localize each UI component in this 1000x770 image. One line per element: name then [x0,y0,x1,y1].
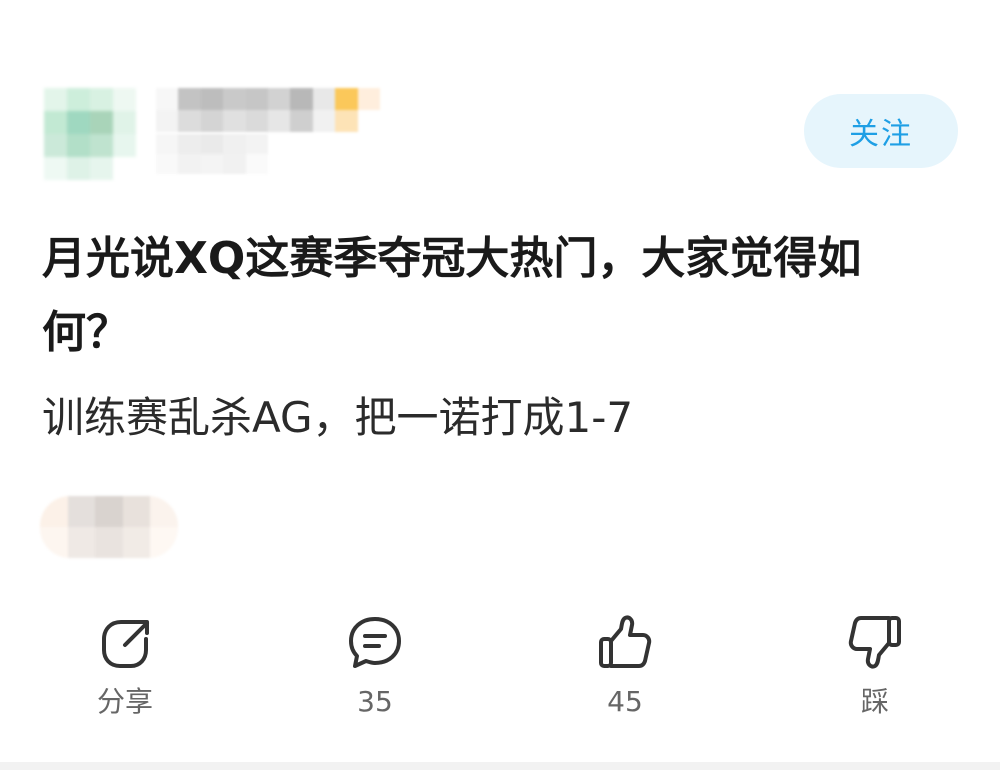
post-title[interactable]: 月光说XQ这赛季夺冠大热门，大家觉得如何？ [42,222,942,370]
divider [0,762,1000,770]
comment-button[interactable]: 35 [300,612,450,728]
share-icon [102,620,149,668]
avatar[interactable] [44,88,136,180]
username-redacted[interactable] [156,88,380,132]
post-body[interactable]: 训练赛乱杀AG，把一诺打成1-7 [42,386,942,450]
dislike-label: 踩 [860,685,889,718]
user-meta-redacted [156,134,268,174]
like-count: 45 [607,685,643,718]
thumbs-up-icon [599,615,652,668]
share-label: 分享 [96,685,153,718]
thumbs-down-icon [848,616,901,669]
comment-count: 35 [357,685,393,718]
dislike-button[interactable]: 踩 [800,612,950,728]
comment-icon [349,617,401,668]
share-button[interactable]: 分享 [50,612,200,728]
follow-button[interactable]: 关注 [804,94,958,168]
topic-tag-redacted[interactable] [40,496,178,558]
like-button[interactable]: 45 [550,612,700,728]
action-bar: 分享 35 45 踩 [0,612,1000,728]
